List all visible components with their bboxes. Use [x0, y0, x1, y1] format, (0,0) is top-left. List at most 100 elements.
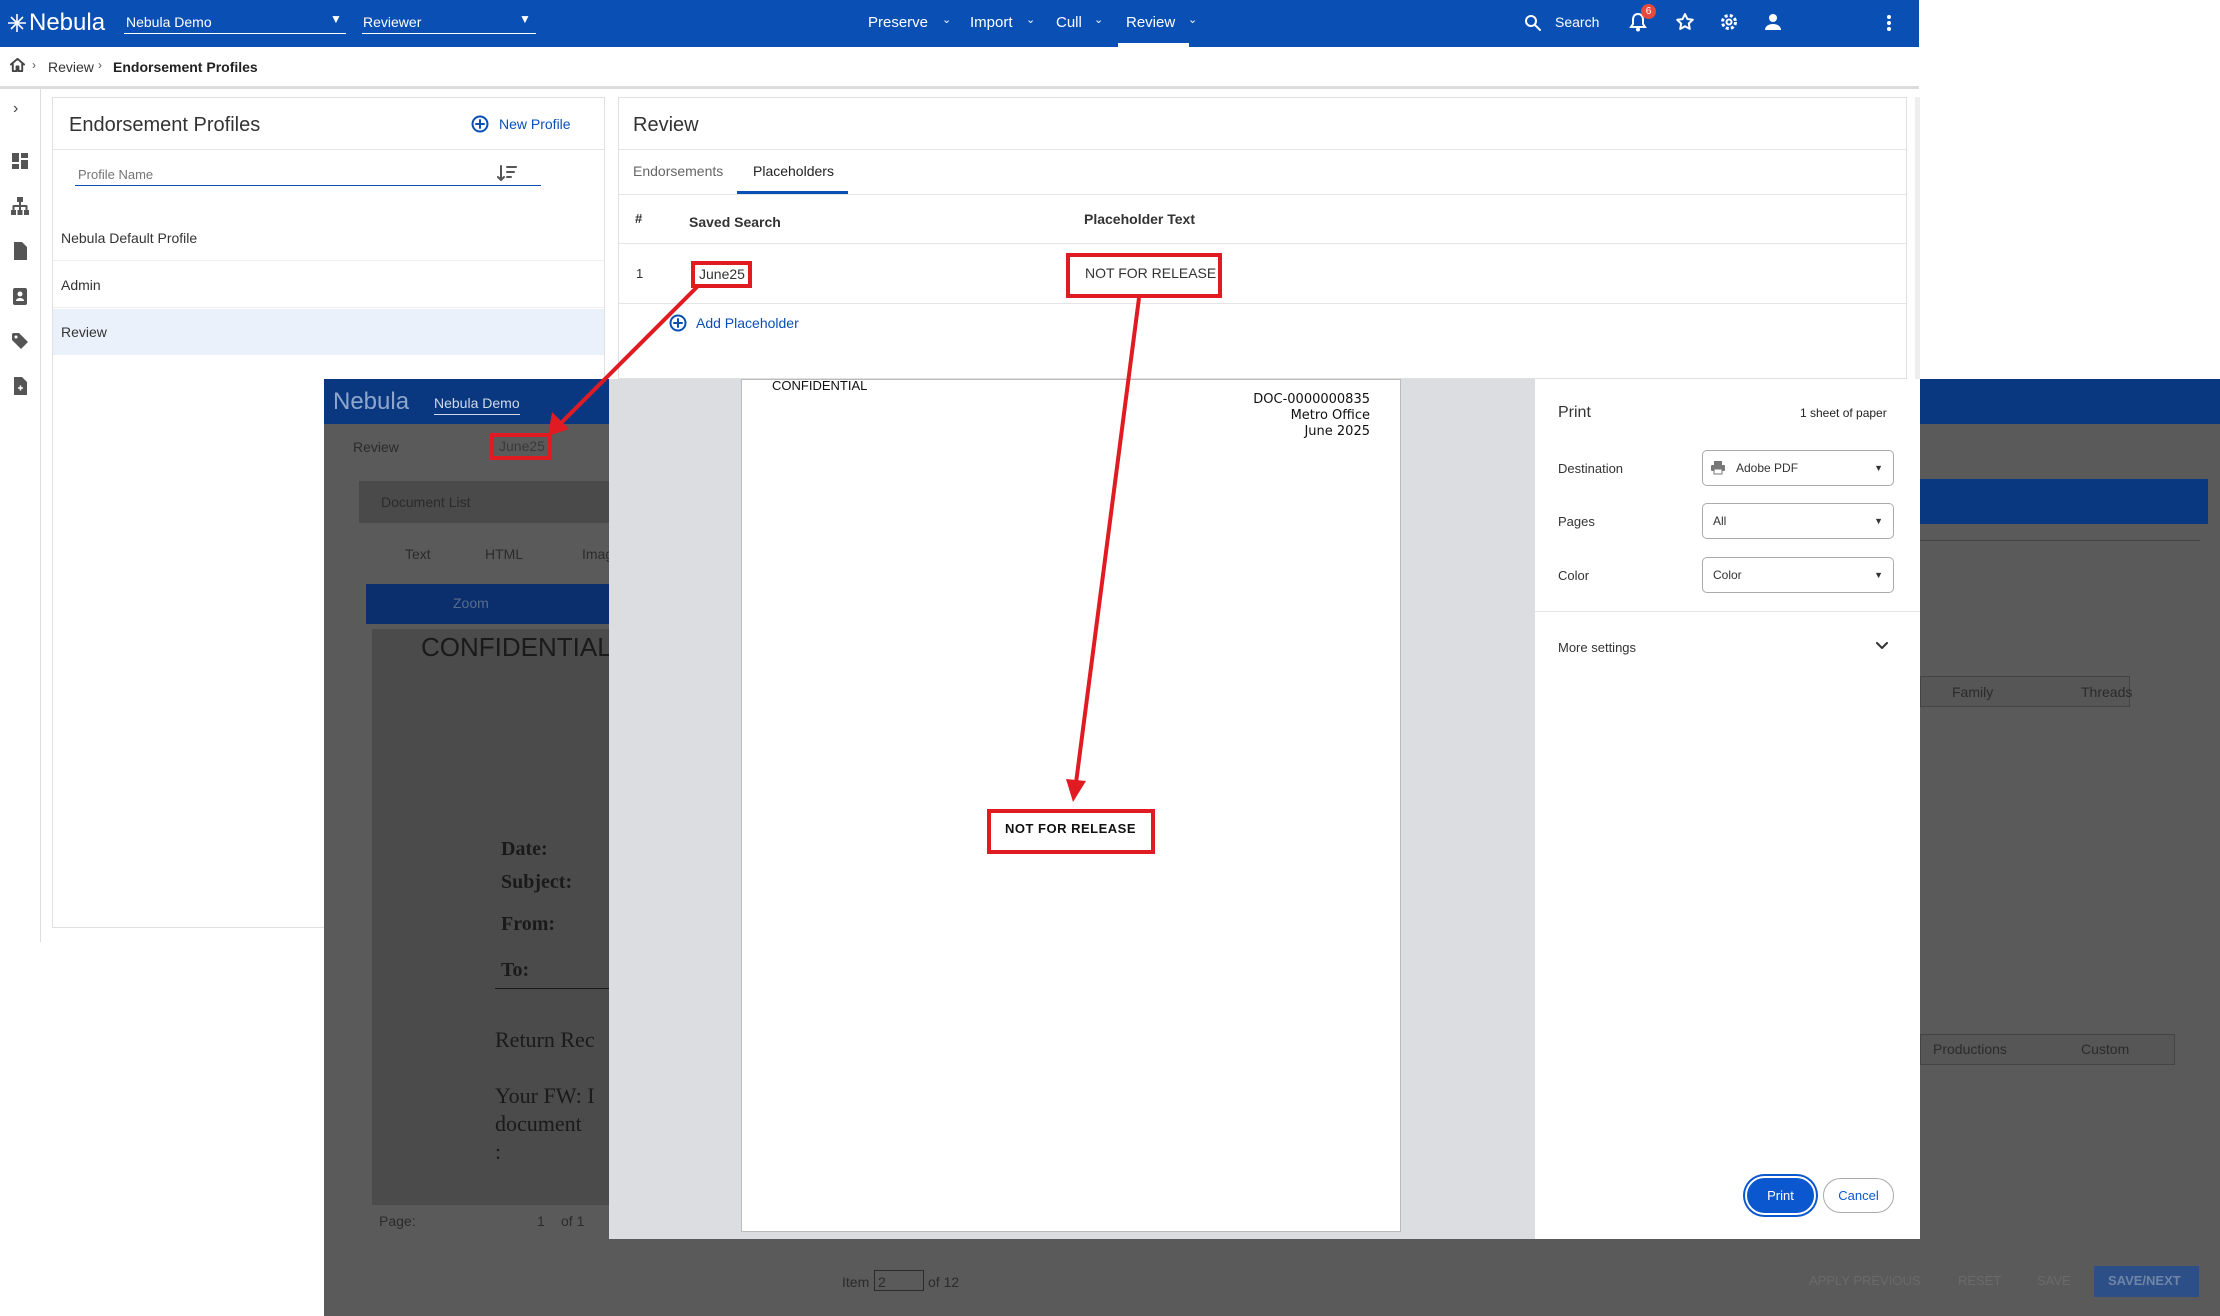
top-app-bar: Nebula Nebula Demo ▼ Reviewer ▼ Preserve…	[0, 0, 1919, 47]
apply-previous-button: APPLY PREVIOUS	[1809, 1273, 1921, 1288]
more-vert-icon[interactable]	[1887, 14, 1891, 32]
menu-cull[interactable]: Cull	[1056, 14, 1082, 31]
tab-threads: Threads	[2081, 684, 2133, 700]
list-item[interactable]: Admin	[53, 262, 604, 308]
file-plus-icon[interactable]	[10, 376, 30, 396]
viewer-project: Nebula Demo	[434, 395, 520, 411]
reset-button: RESET	[1958, 1273, 2002, 1288]
brand-name[interactable]: Nebula	[29, 9, 105, 37]
review-panel: Review Endorsements Placeholders # Saved…	[618, 97, 1907, 379]
save-button: SAVE	[2037, 1273, 2071, 1288]
tab-placeholders[interactable]: Placeholders	[753, 163, 834, 179]
new-profile-button[interactable]: New Profile	[499, 116, 571, 132]
nebula-logo-icon	[8, 14, 26, 32]
user-icon[interactable]	[1764, 13, 1782, 31]
color-label: Color	[1558, 568, 1590, 583]
save-next-button: SAVE/NEXT	[2108, 1273, 2181, 1288]
print-title: Print	[1558, 404, 1591, 421]
menu-import[interactable]: Import	[970, 14, 1013, 31]
chevron-down-icon: ⌄	[1094, 14, 1104, 26]
pages-select[interactable]: All ▼	[1702, 503, 1894, 539]
tab-family: Family	[1952, 684, 1994, 700]
row-number: 1	[636, 266, 644, 281]
memo-date: Date:	[501, 838, 548, 860]
search-label[interactable]: Search	[1555, 14, 1599, 30]
sort-icon[interactable]	[497, 164, 517, 182]
highlight-endorsement	[987, 809, 1155, 854]
preview-header-block: DOC-0000000835 Metro Office June 2025	[1180, 392, 1370, 440]
color-value: Color	[1713, 568, 1742, 582]
print-button[interactable]: Print	[1745, 1176, 1816, 1215]
menu-review[interactable]: Review	[1126, 14, 1175, 31]
viewer-breadcrumb-review: Review	[353, 439, 399, 455]
scrollbar[interactable]	[1915, 97, 1920, 379]
side-nav: ›	[0, 89, 41, 942]
list-item-selected[interactable]: Review	[53, 309, 604, 355]
notification-badge: 6	[1641, 4, 1656, 19]
viewer-topbar-right	[1920, 379, 2220, 424]
tab-productions: Productions	[1933, 1041, 2007, 1057]
more-settings-toggle[interactable]: More settings	[1558, 640, 1636, 655]
add-circle-icon[interactable]	[471, 115, 489, 133]
tag-icon[interactable]	[10, 331, 30, 351]
tab-text: Text	[405, 546, 431, 562]
print-preview-page	[741, 379, 1401, 1232]
memo-from: From:	[501, 913, 556, 935]
gear-icon[interactable]	[1719, 12, 1739, 32]
memo-subject: Subject:	[501, 871, 573, 893]
home-icon[interactable]	[9, 56, 26, 73]
menu-preserve[interactable]: Preserve	[868, 14, 928, 31]
add-placeholder-button[interactable]: Add Placeholder	[696, 315, 799, 331]
preview-confidential: CONFIDENTIAL	[772, 378, 868, 393]
add-circle-icon[interactable]	[669, 314, 687, 332]
pages-value: All	[1713, 514, 1727, 528]
role-select[interactable]: Reviewer	[363, 14, 421, 30]
viewer-toolbar-right	[1920, 479, 2208, 524]
chevron-down-icon: ▼	[519, 12, 531, 26]
sheet-count: 1 sheet of paper	[1800, 406, 1887, 420]
zoom-select: Zoom	[453, 595, 489, 611]
contact-card-icon[interactable]	[10, 286, 30, 306]
tab-html: HTML	[485, 546, 524, 562]
preview-doc-id: DOC-0000000835	[1253, 392, 1370, 407]
list-item[interactable]: Nebula Default Profile	[53, 215, 604, 261]
image-heading: CONFIDENTIAL	[421, 632, 612, 662]
star-icon[interactable]	[1675, 12, 1695, 32]
tab-image: Image	[582, 546, 609, 562]
item-number[interactable]: 2	[878, 1274, 886, 1290]
document-icon[interactable]	[10, 241, 30, 261]
tab-endorsements[interactable]: Endorsements	[633, 163, 723, 179]
page-number: 1	[537, 1213, 545, 1229]
pages-label: Pages	[1558, 514, 1595, 529]
destination-select[interactable]: Adobe PDF ▼	[1702, 450, 1894, 486]
chevron-right-icon: ›	[32, 58, 36, 72]
tab-custom: Custom	[2081, 1041, 2130, 1057]
color-select[interactable]: Color ▼	[1702, 557, 1894, 593]
breadcrumb-review[interactable]: Review	[48, 59, 94, 75]
expand-nav-icon[interactable]: ›	[13, 100, 18, 118]
page-of: of 1	[561, 1213, 585, 1229]
printer-icon	[1711, 461, 1725, 475]
cancel-button[interactable]: Cancel	[1823, 1178, 1894, 1213]
project-select[interactable]: Nebula Demo	[126, 14, 212, 30]
memo-to: To:	[501, 959, 530, 981]
destination-value: Adobe PDF	[1736, 461, 1799, 475]
col-placeholder-text: Placeholder Text	[1084, 211, 1196, 227]
body-line: document	[495, 1111, 582, 1136]
document-list-title: Document List	[381, 494, 471, 510]
dashboard-icon[interactable]	[10, 151, 30, 171]
body-line: Return Rec	[495, 1027, 595, 1052]
highlight-saved-search	[691, 261, 752, 288]
item-of: of 12	[928, 1274, 960, 1290]
breadcrumb-current: Endorsement Profiles	[113, 59, 258, 75]
profile-name-filter[interactable]	[75, 164, 541, 186]
col-number: #	[635, 211, 643, 226]
item-label: Item	[842, 1274, 870, 1290]
chevron-down-icon[interactable]	[1876, 642, 1888, 650]
search-icon[interactable]	[1524, 14, 1542, 32]
body-line: :	[495, 1139, 502, 1164]
hierarchy-icon[interactable]	[10, 196, 30, 216]
preview-office: Metro Office	[1290, 408, 1370, 423]
chevron-down-icon: ▼	[330, 12, 342, 26]
destination-label: Destination	[1558, 461, 1624, 476]
